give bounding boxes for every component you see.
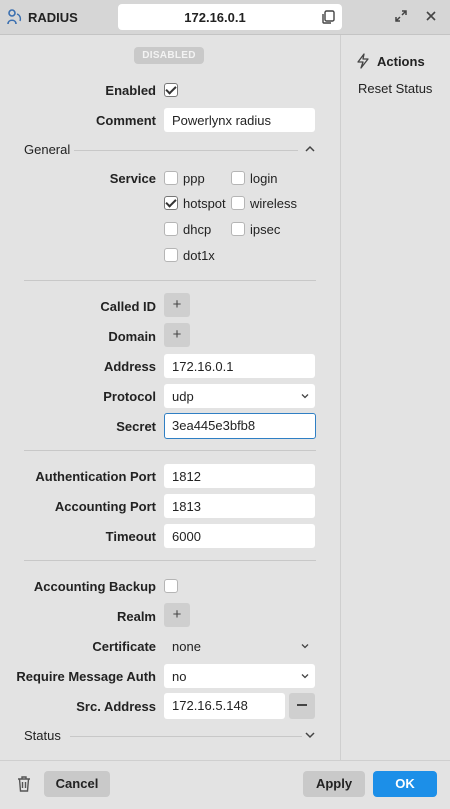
certificate-select[interactable]: none [164,634,315,658]
enabled-checkbox[interactable] [164,83,178,97]
service-label: Service [109,171,156,186]
certificate-value: none [172,639,201,654]
general-section-title: General [24,142,71,157]
req-msg-auth-select[interactable]: no [164,664,315,688]
chevron-down-icon [301,644,309,649]
req-msg-auth-value: no [172,669,187,684]
acct-backup-label: Accounting Backup [33,579,156,594]
service-hotspot-label: hotspot [183,196,226,211]
cancel-button[interactable]: Cancel [44,771,110,797]
divider [24,280,316,281]
status-badge: DISABLED [134,47,204,64]
trash-icon[interactable] [16,775,32,793]
protocol-value: udp [172,389,194,404]
chevron-down-icon[interactable] [304,729,316,741]
enabled-label: Enabled [105,83,156,98]
service-dhcp-label: dhcp [183,222,212,237]
close-icon[interactable] [424,9,438,23]
radius-icon [7,9,22,25]
called-id-add-button[interactable]: + [164,293,190,317]
service-ipsec-label: ipsec [250,222,281,237]
service-dhcp-checkbox[interactable] [164,222,178,236]
reset-status-action[interactable]: Reset Status [358,81,432,96]
expand-icon[interactable] [394,9,408,23]
lightning-icon [357,53,369,69]
service-ppp-checkbox[interactable] [164,171,178,185]
domain-label: Domain [108,329,156,344]
section-divider [74,150,298,151]
service-ipsec-checkbox[interactable] [231,222,245,236]
status-section-title: Status [24,728,61,743]
protocol-select[interactable]: udp [164,384,315,408]
comment-label: Comment [96,113,156,128]
secret-label: Secret [116,419,156,434]
src-address-label: Src. Address [76,699,156,714]
apply-button[interactable]: Apply [303,771,365,797]
service-dot1x-checkbox[interactable] [164,248,178,262]
service-login-checkbox[interactable] [231,171,245,185]
service-ppp-label: ppp [183,171,205,186]
comment-input[interactable]: Powerlynx radius [164,108,315,132]
general-section-header[interactable]: General [24,142,316,158]
window-title: RADIUS [28,10,78,25]
acct-port-label: Accounting Port [54,499,156,514]
address-label: Address [103,359,156,374]
timeout-input[interactable]: 6000 [164,524,315,548]
actions-title: Actions [377,53,425,69]
service-hotspot-checkbox[interactable] [164,196,178,210]
called-id-label: Called ID [100,299,156,314]
address-input[interactable]: 172.16.0.1 [164,354,315,378]
divider [24,560,316,561]
chevron-up-icon[interactable] [304,143,316,155]
chevron-down-icon [301,394,309,399]
auth-port-label: Authentication Port [35,469,156,484]
ok-button[interactable]: OK [373,771,437,797]
protocol-label: Protocol [103,389,156,404]
service-wireless-checkbox[interactable] [231,196,245,210]
domain-add-button[interactable]: + [164,323,190,347]
acct-backup-checkbox[interactable] [164,579,178,593]
service-dot1x-label: dot1x [183,248,215,263]
auth-port-input[interactable]: 1812 [164,464,315,488]
copy-icon[interactable] [320,9,336,25]
src-address-remove-button[interactable] [289,693,315,719]
timeout-label: Timeout [105,529,156,544]
chevron-down-icon [301,674,309,679]
address-box: 172.16.0.1 [118,4,342,30]
req-msg-auth-label: Require Message Auth [16,669,156,684]
realm-add-button[interactable]: + [164,603,190,627]
secret-input[interactable]: 3ea445e3bfb8 [164,413,316,439]
service-wireless-label: wireless [250,196,297,211]
divider [24,450,316,451]
status-section-header[interactable]: Status [24,728,316,744]
acct-port-input[interactable]: 1813 [164,494,315,518]
certificate-label: Certificate [92,639,156,654]
src-address-input[interactable]: 172.16.5.148 [164,693,285,719]
footer-bar: Cancel Apply OK [0,760,450,809]
realm-label: Realm [116,609,156,624]
actions-panel: Actions Reset Status [340,35,450,760]
section-divider [70,736,302,737]
title-bar: RADIUS 172.16.0.1 [0,0,450,35]
address-text: 172.16.0.1 [184,10,246,25]
service-login-label: login [250,171,278,186]
actions-header: Actions [355,53,425,69]
